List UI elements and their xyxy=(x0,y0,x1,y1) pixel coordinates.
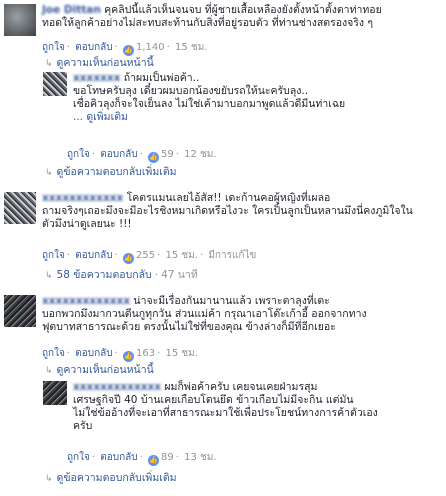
comment-1-text: Joe Dittan คุคลิปนี้แล้วเห็นจนจบ ที่ผู้ช… xyxy=(42,4,382,29)
timestamp[interactable]: 12 ชม. xyxy=(184,149,216,160)
reaction-count[interactable]: 59 xyxy=(161,149,174,160)
reply-arrow-icon: ↳ xyxy=(45,59,53,69)
timestamp[interactable]: 15 ชม. xyxy=(165,348,197,359)
avatar[interactable] xyxy=(4,192,36,224)
prev-replies-link[interactable]: ↳ ดูความเห็นก่อนหน้านี้ xyxy=(45,364,154,378)
thumbs-up-icon: 👍 xyxy=(123,253,134,264)
reply-arrow-icon: ↳ xyxy=(45,366,53,376)
reply-button[interactable]: ตอบกลับ xyxy=(100,149,137,160)
like-button[interactable]: ถูกใจ xyxy=(42,42,65,53)
prev-replies-link[interactable]: ↳ ดูความเห็นก่อนหน้านี้ xyxy=(45,57,154,71)
author-name[interactable]: xxxxxxx xyxy=(73,72,120,84)
thumbs-up-icon: 👍 xyxy=(123,351,134,362)
comment-5-meta: ถูกใจ · ตอบกลับ · 👍 89 · 13 ชม. xyxy=(67,452,217,466)
comment-1-meta: ถูกใจ · ตอบกลับ · 👍 1,140 · 15 ชม. xyxy=(42,42,208,56)
avatar[interactable] xyxy=(4,295,36,327)
timestamp[interactable]: 13 ชม. xyxy=(184,452,216,463)
comment-3-meta: ถูกใจ · ตอบกลับ · 👍 255 · 15 ชม. · มีการแก้ไข xyxy=(42,250,257,264)
like-button[interactable]: ถูกใจ xyxy=(67,452,90,463)
author-name[interactable]: xxxxxxxxxxxxx xyxy=(73,381,161,393)
reaction-count[interactable]: 1,140 xyxy=(136,42,165,53)
reply-arrow-icon: ↳ xyxy=(45,474,53,484)
reply-button[interactable]: ตอบกลับ xyxy=(100,452,137,463)
reply-button[interactable]: ตอบกลับ xyxy=(75,42,112,53)
like-button[interactable]: ถูกใจ xyxy=(67,149,90,160)
more-replies-link[interactable]: ↳ ดูข้อความตอบกลับเพิ่มเติม xyxy=(45,166,177,180)
thumbs-up-icon: 👍 xyxy=(148,152,159,163)
reaction-count[interactable]: 255 xyxy=(136,250,155,261)
more-replies-link[interactable]: ↳ ดูข้อความตอบกลับเพิ่มเติม xyxy=(45,472,177,486)
author-name[interactable]: xxxxxxxxxxxxx xyxy=(42,295,130,307)
thumbs-up-icon: 👍 xyxy=(148,455,159,466)
avatar[interactable] xyxy=(43,381,67,405)
comment-3-text: xxxxxxxxxxxx โคตรแมนเลยไอ้สัส!! เดะก้านค… xyxy=(42,192,413,230)
avatar[interactable] xyxy=(4,4,36,36)
like-button[interactable]: ถูกใจ xyxy=(42,250,65,261)
comment-2-meta: ถูกใจ · ตอบกลับ · 👍 59 · 12 ชม. xyxy=(67,149,217,163)
reaction-count[interactable]: 163 xyxy=(136,348,155,359)
avatar[interactable] xyxy=(43,72,67,96)
like-button[interactable]: ถูกใจ xyxy=(42,348,65,359)
replies-count-link[interactable]: ↳ 58 ข้อความตอบกลับ · 47 นาที xyxy=(45,269,198,283)
author-name[interactable]: Joe Dittan xyxy=(42,4,101,16)
comment-4-meta: ถูกใจ · ตอบกลับ · 👍 163 · 15 ชม. xyxy=(42,348,198,362)
reply-arrow-icon: ↳ xyxy=(45,168,53,178)
reply-button[interactable]: ตอบกลับ xyxy=(75,250,112,261)
comment-4-text: xxxxxxxxxxxxx น่าจะมีเรื่องกันมานานแล้ว … xyxy=(42,295,367,333)
timestamp[interactable]: 15 ชม. xyxy=(165,250,197,261)
author-name[interactable]: xxxxxxxxxxxx xyxy=(42,192,123,204)
reply-button[interactable]: ตอบกลับ xyxy=(75,348,112,359)
see-more-link[interactable]: ... ดูเพิ่มเติม xyxy=(73,111,128,123)
timestamp[interactable]: 15 ชม. xyxy=(175,42,207,53)
comment-5-text: xxxxxxxxxxxxx ผมก็พ่อค้าครับ เคยจนเคยฝ่า… xyxy=(73,381,378,432)
reply-arrow-icon: ↳ xyxy=(45,271,53,281)
thumbs-up-icon: 👍 xyxy=(123,45,134,56)
reaction-count[interactable]: 89 xyxy=(161,452,174,463)
edited-label[interactable]: มีการแก้ไข xyxy=(208,250,256,261)
comment-2-text: xxxxxxx ถ้าผมเป็นพ่อค้า.. ขอโทษครับลุง เ… xyxy=(73,72,346,123)
